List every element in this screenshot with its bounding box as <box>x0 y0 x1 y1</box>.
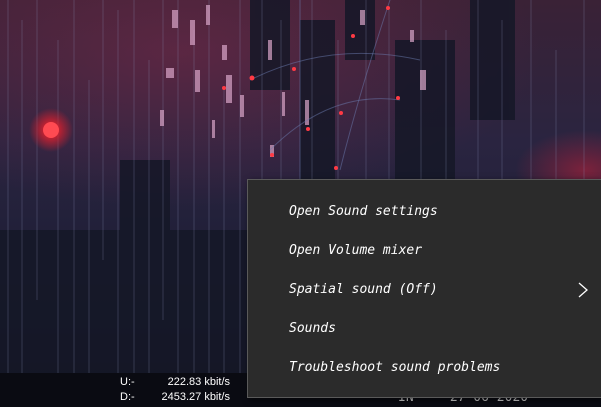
chevron-right-icon <box>578 282 588 298</box>
menu-item-label: Troubleshoot sound problems <box>289 360 501 375</box>
menu-item-spatial-sound[interactable]: Spatial sound (Off) <box>248 270 601 309</box>
upload-speed-row: U:- 222.83 kbit/s <box>120 375 260 390</box>
download-label: D:- <box>120 391 135 403</box>
menu-item-label: Spatial sound (Off) <box>289 282 438 297</box>
menu-item-troubleshoot-sound[interactable]: Troubleshoot sound problems <box>248 348 601 387</box>
sound-context-menu: Open Sound settings Open Volume mixer Sp… <box>247 179 601 398</box>
menu-item-open-sound-settings[interactable]: Open Sound settings <box>248 192 601 231</box>
download-value: 2453.27 kbit/s <box>161 391 231 403</box>
net-speed-widget: U:- 222.83 kbit/s D:- 2453.27 kbit/s <box>120 375 260 405</box>
menu-item-label: Open Volume mixer <box>289 243 423 258</box>
menu-item-sounds[interactable]: Sounds <box>248 309 601 348</box>
menu-item-open-volume-mixer[interactable]: Open Volume mixer <box>248 231 601 270</box>
desktop-screen: U:- 222.83 kbit/s D:- 2453.27 kbit/s IN … <box>0 0 601 407</box>
download-speed-row: D:- 2453.27 kbit/s <box>120 390 260 405</box>
menu-item-label: Open Sound settings <box>289 204 438 219</box>
upload-label: U:- <box>120 376 135 388</box>
upload-value: 222.83 kbit/s <box>167 376 230 388</box>
menu-item-label: Sounds <box>289 321 336 336</box>
